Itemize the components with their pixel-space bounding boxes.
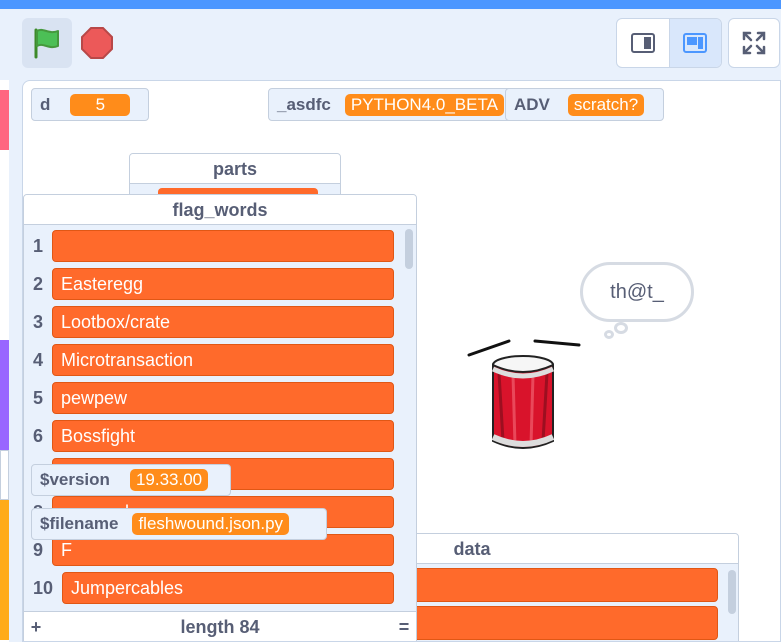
list-row[interactable]: 1 [24,227,394,265]
palette-block [0,90,9,150]
monitor-value: PYTHON4.0_BETA [344,93,504,116]
list-item[interactable] [402,606,718,640]
row-value[interactable]: Microtransaction [52,344,394,376]
row-value[interactable]: pewpew [52,382,394,414]
row-index: 10 [32,577,54,598]
row-value[interactable]: Easteregg [52,268,394,300]
fullscreen-button[interactable] [728,18,780,68]
green-flag-button[interactable] [22,18,72,68]
large-stage-button[interactable] [668,19,721,67]
list-row[interactable]: 3 Lootbox/crate [24,303,394,341]
stop-sign-icon [81,27,113,59]
list-row[interactable]: 6 Bossfight [24,417,394,455]
thought-bubble: th@t_ [580,262,694,322]
small-stage-icon [630,33,655,53]
monitor-label: d [40,94,51,114]
large-stage-icon [683,33,708,53]
list-row[interactable]: 5 pewpew [24,379,394,417]
row-index: 6 [32,425,43,446]
list-items: 1 2 Easteregg 3 Lootbox/crate 4 Microtra… [24,225,416,611]
monitor-value: 19.33.00 [129,469,209,491]
list-item[interactable] [402,568,718,602]
thought-bubble-text: th@t_ [610,280,664,303]
list-footer: + length 84 = [24,611,416,641]
list-title: flag_words [24,195,416,225]
drum-sprite[interactable] [463,333,587,453]
monitor-adv[interactable]: ADV scratch? [505,88,664,121]
small-stage-button[interactable] [617,19,669,67]
row-value[interactable]: Bossfight [52,420,394,452]
monitor-value: 5 [70,93,131,116]
drumstick-left [467,339,511,357]
green-flag-icon [34,28,59,59]
row-index: 5 [32,387,43,408]
row-index: 3 [32,311,43,332]
thought-bubble-dot [604,330,614,339]
monitor-asdfc[interactable]: _asdfc PYTHON4.0_BETA [268,88,518,121]
monitor-label: ADV [514,94,550,114]
stop-button[interactable] [78,24,116,62]
resize-handle[interactable]: = [392,617,416,638]
list-flag-words[interactable]: flag_words 1 2 Easteregg 3 Lootbox/crate… [23,194,417,641]
row-value[interactable] [52,230,394,262]
stage-controls [0,9,781,77]
row-index: 4 [32,349,43,370]
monitor-value: fleshwound.json.py [132,513,290,535]
monitor-value: scratch? [567,93,645,116]
stage-canvas[interactable]: d 5 _asdfc PYTHON4.0_BETA ADV scratch? p… [22,80,781,642]
list-row[interactable]: 2 Easteregg [24,265,394,303]
monitor-label: _asdfc [277,94,331,114]
row-index: 2 [32,273,43,294]
row-index: 1 [32,235,43,256]
monitor-d[interactable]: d 5 [31,88,149,121]
palette-block [0,500,9,640]
top-menu-bar [0,0,781,9]
monitor-filename[interactable]: $filename fleshwound.json.py [31,508,327,540]
drumstick-right [533,339,581,347]
list-scrollbar[interactable] [728,570,736,614]
monitor-version[interactable]: $version 19.33.00 [31,464,231,496]
list-length: length 84 [180,617,260,637]
row-value[interactable]: Lootbox/crate [52,306,394,338]
row-index: 9 [32,539,43,560]
list-row[interactable]: 10 Jumpercables [24,569,394,607]
thought-bubble-dot [614,322,628,334]
row-value[interactable]: Jumpercables [62,572,394,604]
list-title: parts [130,154,340,184]
blocks-palette-edge [0,80,9,642]
monitor-label: $version [40,470,110,489]
list-row[interactable]: 4 Microtransaction [24,341,394,379]
palette-block [0,450,9,500]
stage-size-toggle [616,18,722,68]
add-item-button[interactable]: + [24,617,48,638]
monitor-label: $filename [40,514,119,533]
fullscreen-icon [742,31,766,55]
list-scrollbar[interactable] [405,229,413,269]
